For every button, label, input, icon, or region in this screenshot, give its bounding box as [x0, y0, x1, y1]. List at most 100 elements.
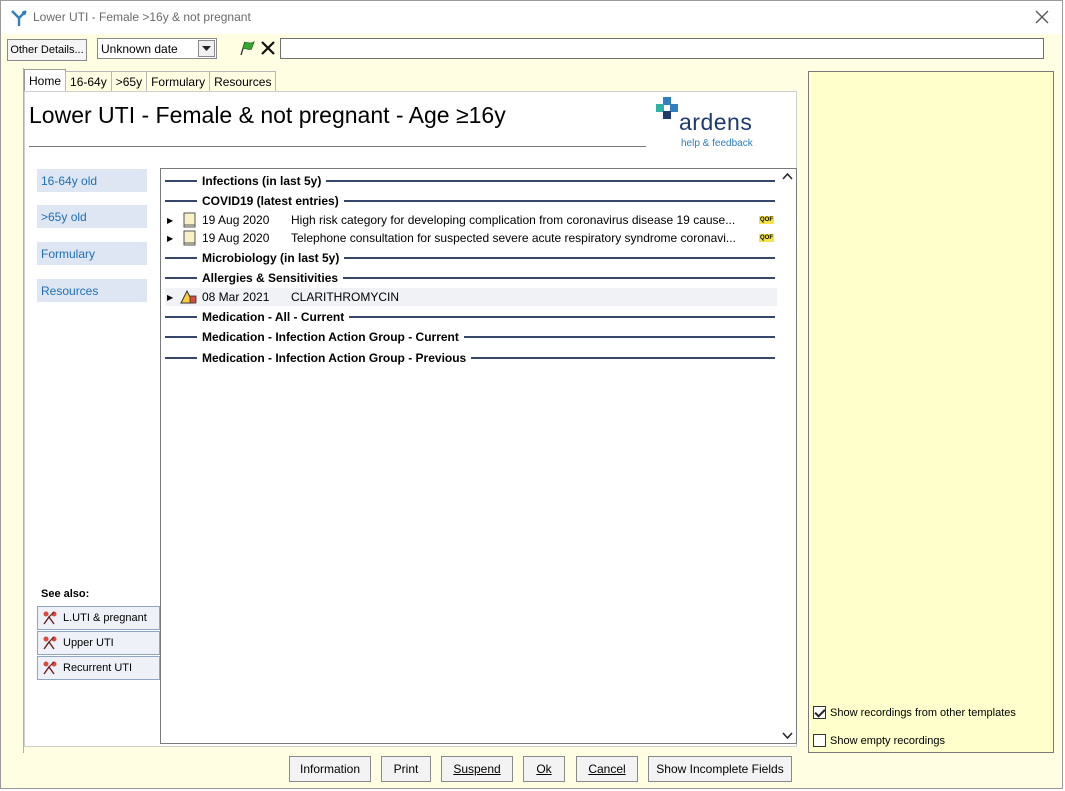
cancel-button[interactable]: Cancel	[576, 756, 638, 782]
section-rule	[165, 316, 197, 318]
app-logo-icon	[11, 10, 27, 26]
section-header: Infections (in last 5y)	[165, 172, 775, 190]
record-row[interactable]: ▶ 08 Mar 2021 CLARITHROMYCIN	[165, 288, 777, 306]
record-date: 19 Aug 2020	[202, 213, 270, 227]
suspend-button[interactable]: Suspend	[441, 756, 513, 782]
section-header: COVID19 (latest entries)	[165, 192, 775, 210]
section-header: Allergies & Sensitivities	[165, 269, 775, 287]
title-bar: Lower UTI - Female >16y & not pregnant	[1, 1, 1062, 34]
tab-65y[interactable]: >65y	[110, 71, 148, 91]
section-header: Microbiology (in last 5y)	[165, 249, 775, 267]
record-term: Telephone consultation for suspected sev…	[291, 231, 736, 245]
protocol-icon	[43, 611, 57, 625]
allergy-warning-icon	[180, 289, 197, 304]
tab-resources[interactable]: Resources	[209, 71, 277, 91]
protocol-icon	[43, 636, 57, 650]
ok-button[interactable]: Ok	[523, 756, 565, 782]
tab-16-64y[interactable]: 16-64y	[65, 71, 112, 91]
vertical-scrollbar[interactable]	[779, 169, 796, 743]
other-details-button[interactable]: Other Details...	[7, 39, 87, 61]
show-other-templates-label: Show recordings from other templates	[830, 706, 1016, 719]
page-title-age: 16y	[468, 102, 506, 128]
clear-icon[interactable]	[259, 39, 277, 57]
record-document-icon	[183, 212, 196, 228]
nav-65y[interactable]: >65y old	[37, 205, 147, 228]
recordings-panel	[808, 71, 1054, 753]
see-also-recurrent-uti[interactable]: Recurrent UTI	[37, 656, 160, 680]
section-title: Medication - Infection Action Group - Cu…	[202, 330, 459, 344]
tab-home[interactable]: Home	[24, 69, 67, 91]
see-also-label: L.UTI & pregnant	[63, 612, 147, 624]
section-rule	[165, 180, 197, 182]
tab-bar: Home 16-64y >65y Formulary Resources	[24, 69, 277, 91]
page-title-prefix: Lower UTI - Female & not pregnant - Age	[29, 102, 456, 128]
section-title: COVID19 (latest entries)	[202, 194, 339, 208]
record-document-icon	[183, 230, 196, 246]
logo-wordmark: ardens	[679, 109, 753, 135]
scroll-down-icon[interactable]	[782, 732, 793, 740]
section-rule	[165, 277, 197, 279]
section-title: Medication - All - Current	[202, 310, 345, 324]
nav-resources[interactable]: Resources	[37, 279, 147, 302]
flag-icon[interactable]	[238, 39, 256, 57]
section-rule	[344, 257, 775, 259]
section-header: Medication - Infection Action Group - Pr…	[165, 349, 775, 367]
date-value: Unknown date	[101, 42, 178, 56]
show-other-templates-option[interactable]: Show recordings from other templates	[813, 706, 1016, 719]
nav-formulary[interactable]: Formulary	[37, 242, 147, 265]
section-rule	[165, 357, 197, 359]
expand-arrow-icon[interactable]: ▶	[167, 293, 177, 302]
section-rule	[165, 257, 197, 259]
qof-badge: QOF	[759, 234, 774, 242]
see-also-label: Recurrent UTI	[63, 662, 133, 674]
section-rule	[165, 336, 197, 338]
record-date: 08 Mar 2021	[202, 290, 270, 304]
print-button[interactable]: Print	[381, 756, 431, 782]
close-icon[interactable]	[1032, 7, 1052, 27]
record-term: CLARITHROMYCIN	[291, 290, 400, 304]
see-also-upper-uti[interactable]: Upper UTI	[37, 631, 160, 655]
section-title: Infections (in last 5y)	[202, 174, 322, 188]
see-also-label: Upper UTI	[63, 637, 114, 649]
show-incomplete-fields-button[interactable]: Show Incomplete Fields	[648, 756, 792, 782]
section-title: Microbiology (in last 5y)	[202, 251, 340, 265]
section-header: Medication - Infection Action Group - Cu…	[165, 328, 775, 346]
records-list[interactable]: Infections (in last 5y) COVID19 (latest …	[160, 168, 797, 744]
show-empty-checkbox[interactable]	[813, 734, 826, 747]
show-other-templates-checkbox[interactable]	[813, 706, 826, 719]
section-rule	[343, 277, 775, 279]
show-empty-label: Show empty recordings	[830, 734, 945, 747]
nav-16-64y[interactable]: 16-64y old	[37, 169, 147, 192]
tab-formulary[interactable]: Formulary	[146, 71, 211, 91]
page-title-ge: ≥	[455, 102, 469, 128]
show-empty-option[interactable]: Show empty recordings	[813, 734, 945, 747]
scroll-up-icon[interactable]	[782, 172, 793, 180]
protocol-icon	[43, 661, 57, 675]
help-feedback-link[interactable]: help & feedback	[681, 138, 753, 149]
record-date: 19 Aug 2020	[202, 231, 270, 245]
template-window: Lower UTI - Female >16y & not pregnant O…	[0, 0, 1063, 789]
record-term: High risk category for developing compli…	[291, 213, 736, 227]
record-row[interactable]: ▶ 19 Aug 2020 Telephone consultation for…	[165, 229, 777, 247]
expand-arrow-icon[interactable]: ▶	[167, 234, 177, 243]
title-divider	[29, 146, 646, 147]
information-button[interactable]: Information	[289, 756, 371, 782]
date-dropdown[interactable]: Unknown date	[97, 38, 217, 59]
section-title: Medication - Infection Action Group - Pr…	[202, 351, 467, 365]
section-rule	[349, 316, 775, 318]
section-rule	[343, 200, 775, 202]
section-rule	[165, 200, 197, 202]
toolbar: Other Details... Unknown date	[1, 34, 1062, 64]
window-title: Lower UTI - Female >16y & not pregnant	[33, 10, 251, 24]
section-rule	[463, 336, 775, 338]
chevron-down-icon[interactable]	[198, 40, 215, 57]
qof-badge: QOF	[759, 216, 774, 224]
section-header: Medication - All - Current	[165, 308, 775, 326]
free-text-input[interactable]	[280, 38, 1044, 59]
page-title: Lower UTI - Female & not pregnant - Age …	[29, 102, 506, 129]
see-also-heading: See also:	[41, 588, 90, 600]
record-row[interactable]: ▶ 19 Aug 2020 High risk category for dev…	[165, 211, 777, 229]
section-rule	[471, 357, 775, 359]
see-also-lower-uti-pregnant[interactable]: L.UTI & pregnant	[37, 606, 160, 630]
expand-arrow-icon[interactable]: ▶	[167, 216, 177, 225]
